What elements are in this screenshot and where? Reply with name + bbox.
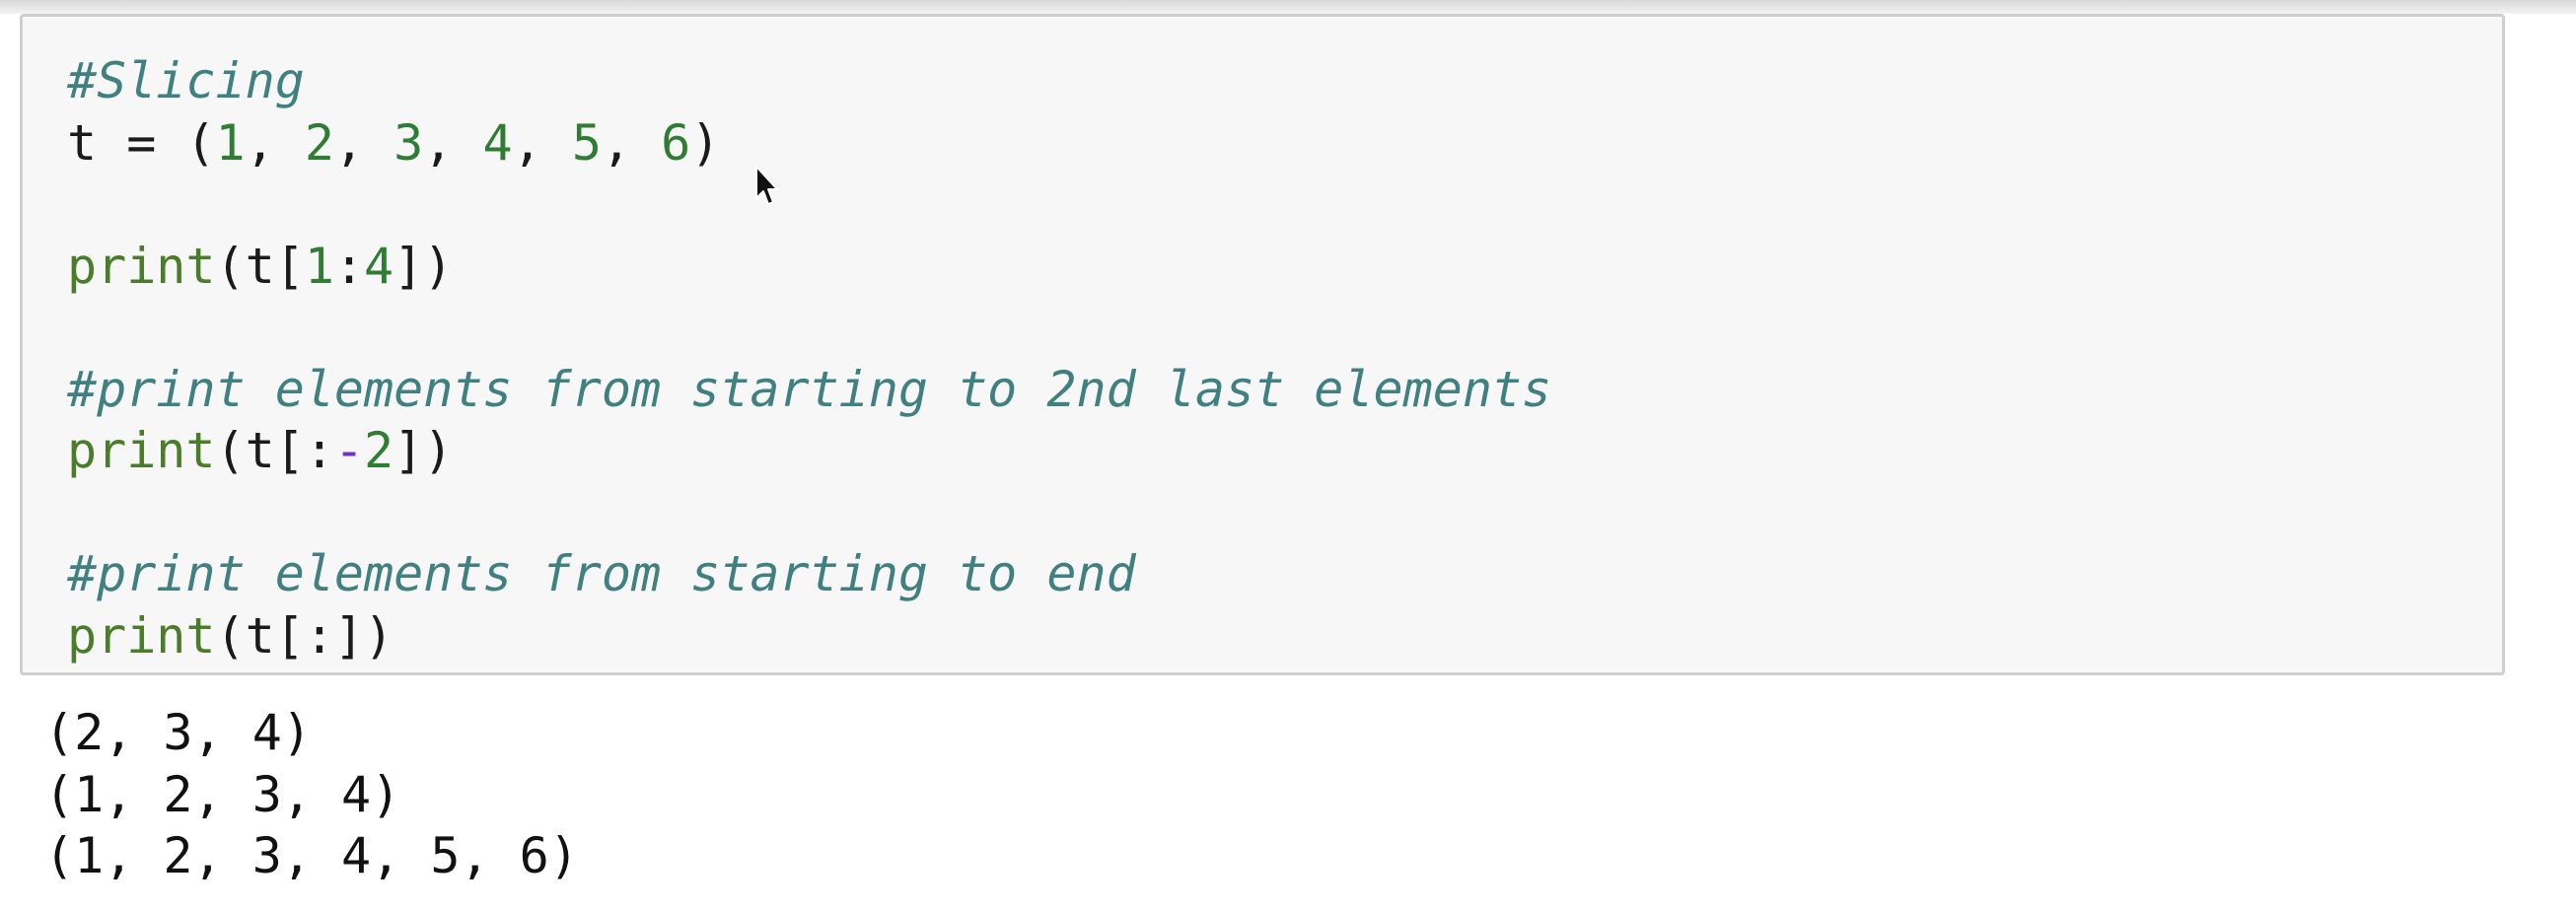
top-border [0,0,2576,14]
output-line: (1, 2, 3, 4) [44,765,401,823]
code-token: (t[: [215,422,334,479]
output-line: (1, 2, 3, 4, 5, 6) [44,827,579,884]
code-token: 1 [215,113,246,172]
code-editor[interactable]: #Slicing t = (1, 2, 3, 4, 5, 6) print(t[1:… [67,50,1551,666]
code-token: 1 [304,237,334,295]
code-line: #Slicing [67,50,1551,112]
code-token: - [333,422,365,479]
code-token: 2 [364,422,394,479]
code-token: , [245,113,305,172]
code-line: print(t[:-2]) [67,420,1551,482]
code-token: ]) [394,237,454,295]
code-token: ) [690,113,721,172]
code-token: 6 [661,113,691,172]
code-token: #print elements from starting to end [67,545,1136,602]
code-line: t = (1, 2, 3, 4, 5, 6) [67,112,1551,175]
code-line: print(t[1:4]) [67,236,1551,298]
code-token: 2 [304,113,334,172]
code-token: , [512,113,572,172]
code-token: (t[ [215,237,305,295]
code-token: t = ( [67,113,216,172]
code-token: 4 [364,237,394,295]
code-token: ]) [394,422,454,479]
code-token: , [423,113,483,172]
code-token: (t[:]) [215,606,394,665]
code-token: 3 [394,113,424,172]
mouse-pointer-icon [755,166,778,205]
code-token: print [67,237,216,295]
code-token: , [333,113,394,172]
code-token: print [67,606,216,665]
code-line: #print elements from starting to 2nd las… [67,359,1551,421]
code-token: #Slicing [67,52,305,109]
code-token: : [333,237,365,295]
output-line: (2, 3, 4) [44,704,312,761]
code-token: , [601,113,662,172]
code-line: print(t[:]) [67,605,1551,667]
code-token: 4 [482,113,513,172]
code-cell-input[interactable]: #Slicing t = (1, 2, 3, 4, 5, 6) print(t[1:… [20,14,2505,675]
code-token: #print elements from starting to 2nd las… [67,360,1552,418]
cell-output: (2, 3, 4) (1, 2, 3, 4) (1, 2, 3, 4, 5, 6) [44,702,579,887]
code-token: print [67,422,216,479]
code-token: 5 [571,113,602,172]
code-line: #print elements from starting to end [67,543,1551,605]
